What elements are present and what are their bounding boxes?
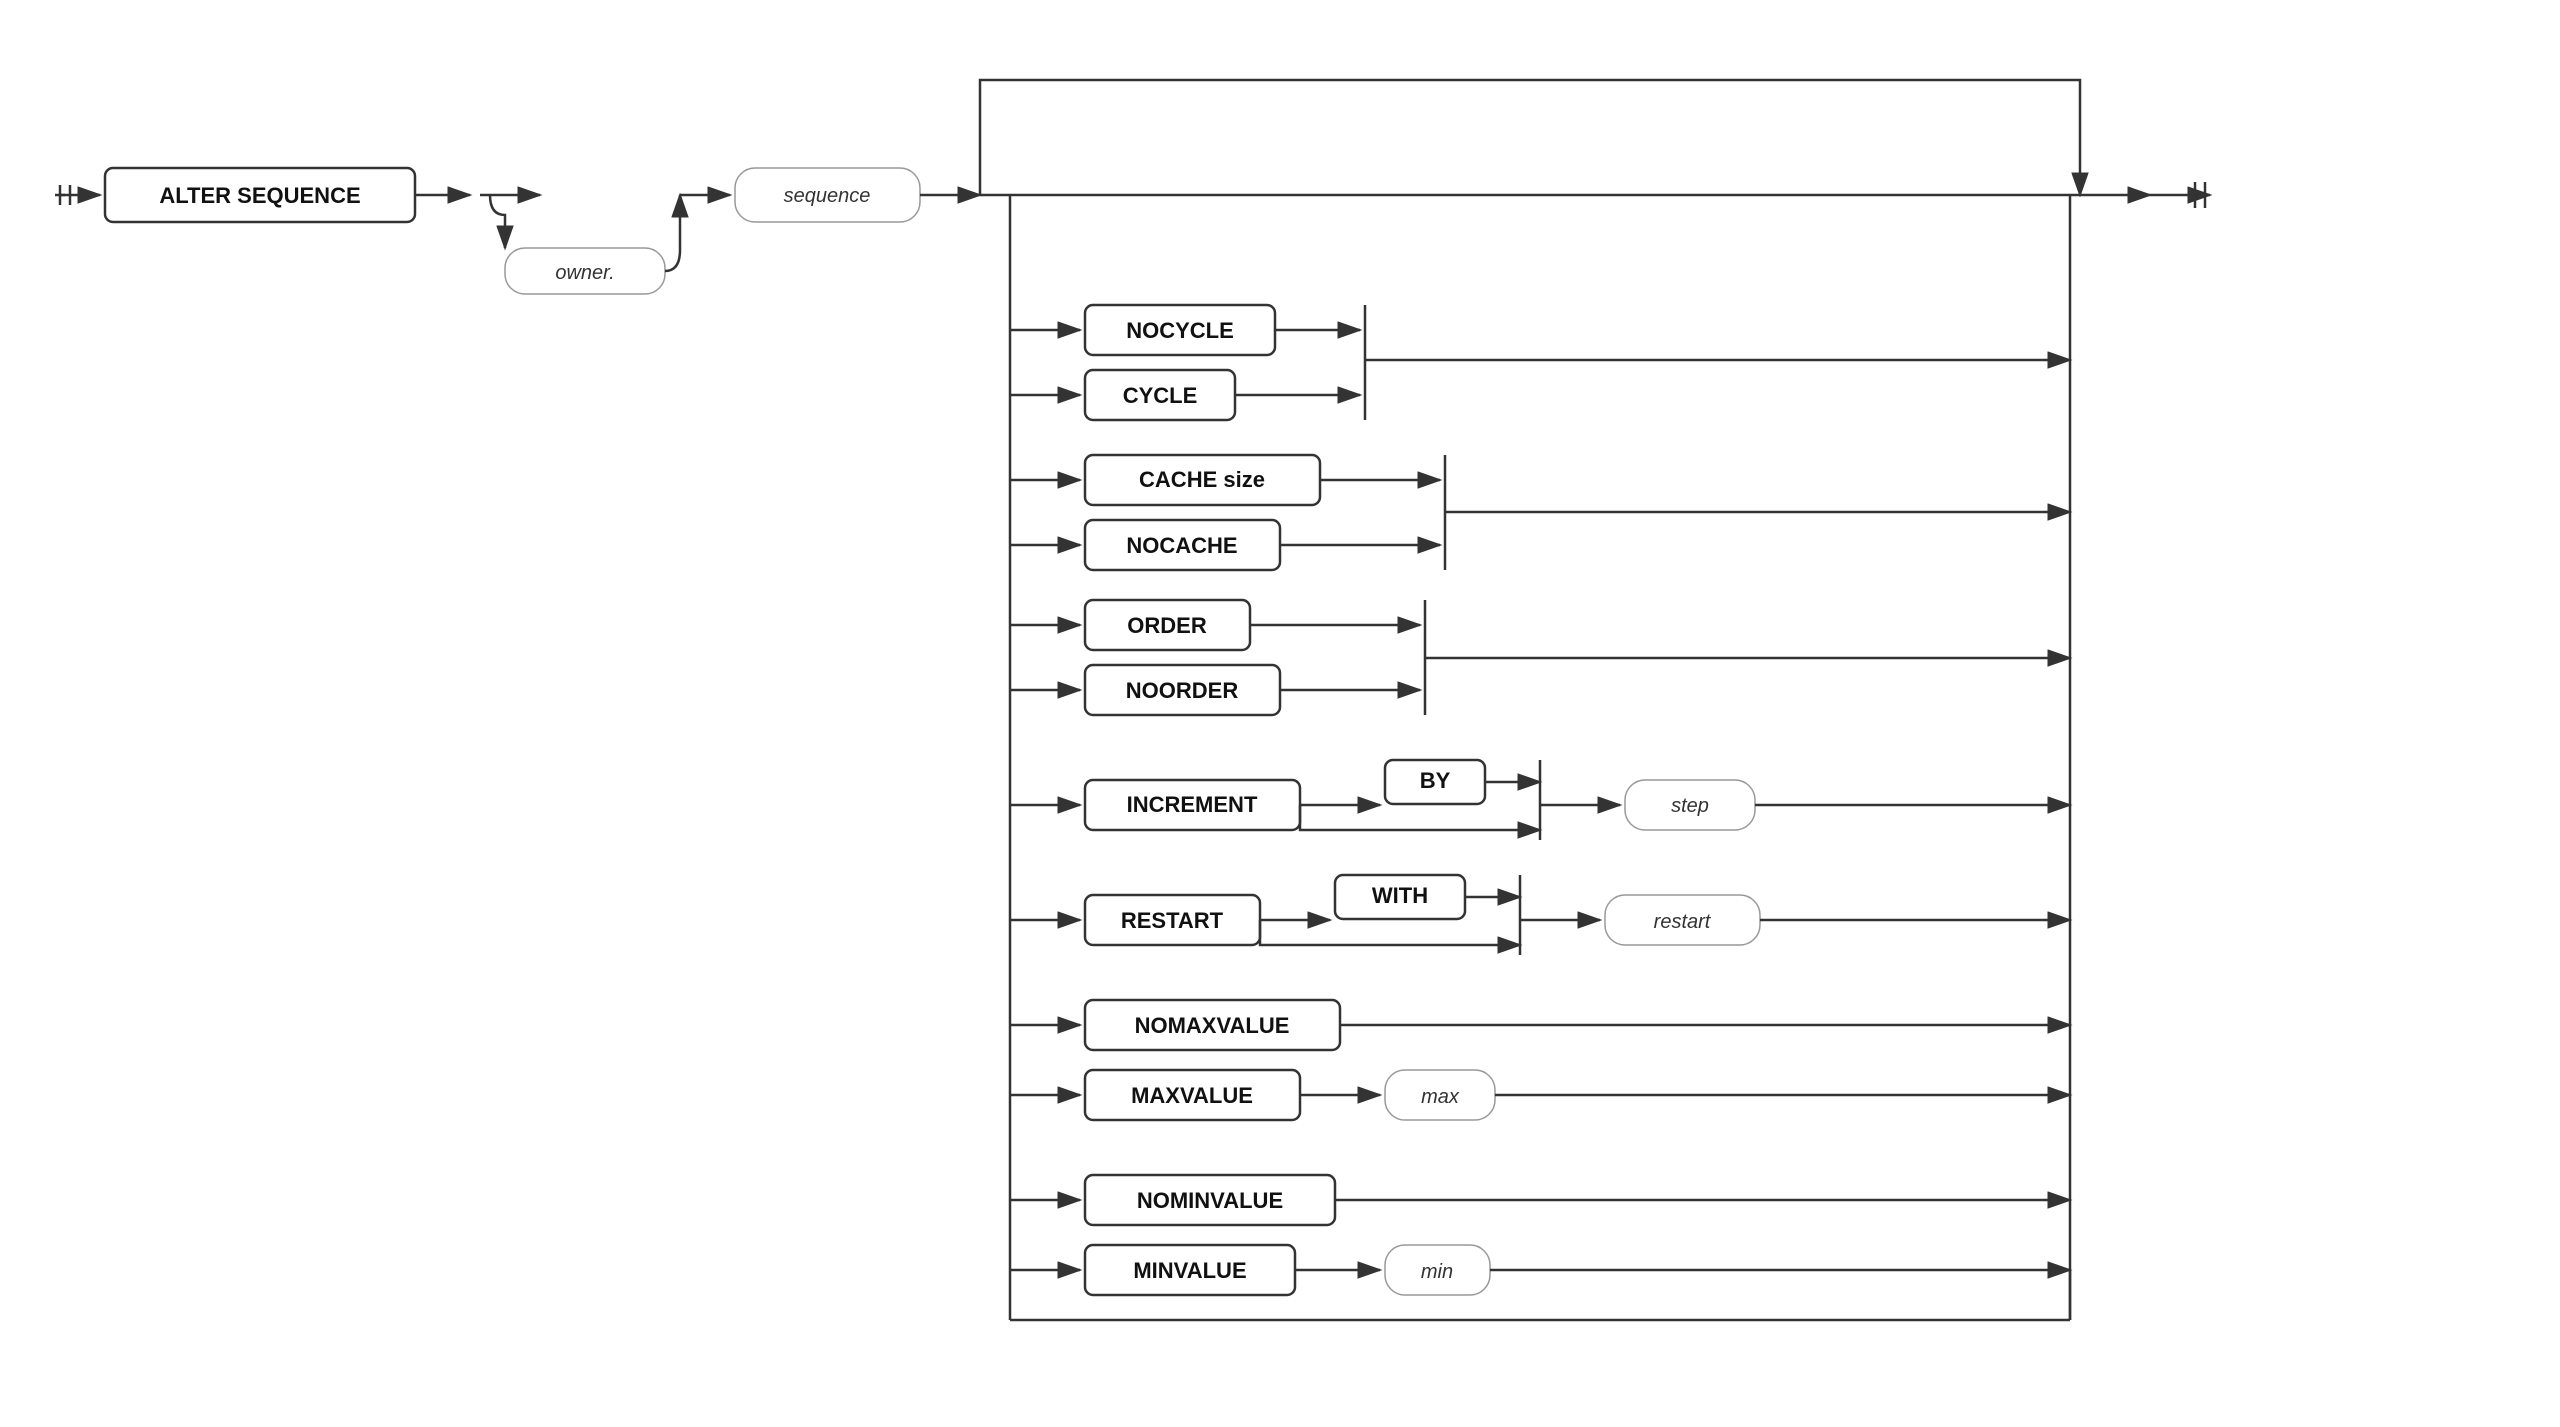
owner-label: owner. (555, 262, 614, 284)
step-label: step (1671, 795, 1709, 817)
nocycle-label: NOCYCLE (1126, 318, 1234, 343)
with-label: WITH (1372, 883, 1428, 908)
restart-label: RESTART (1121, 908, 1224, 933)
sequence-label: sequence (784, 185, 871, 207)
restart-val-label: restart (1654, 911, 1712, 933)
nocache-label: NOCACHE (1126, 533, 1237, 558)
min-label: min (1421, 1261, 1453, 1283)
nominvalue-label: NOMINVALUE (1137, 1188, 1283, 1213)
cache-size-label: CACHE size (1139, 467, 1265, 492)
alter-sequence-label: ALTER SEQUENCE (159, 183, 360, 208)
noorder-label: NOORDER (1126, 678, 1239, 703)
minvalue-label: MINVALUE (1133, 1258, 1246, 1283)
max-label: max (1421, 1086, 1460, 1108)
nomaxvalue-label: NOMAXVALUE (1135, 1013, 1290, 1038)
increment-label: INCREMENT (1127, 792, 1258, 817)
order-label: ORDER (1127, 613, 1207, 638)
cycle-label: CYCLE (1123, 383, 1198, 408)
by-label: BY (1420, 768, 1451, 793)
maxvalue-label: MAXVALUE (1131, 1083, 1253, 1108)
diagram-container: ALTER SEQUENCE owner. sequence NOCYCLE C… (0, 0, 2560, 1422)
